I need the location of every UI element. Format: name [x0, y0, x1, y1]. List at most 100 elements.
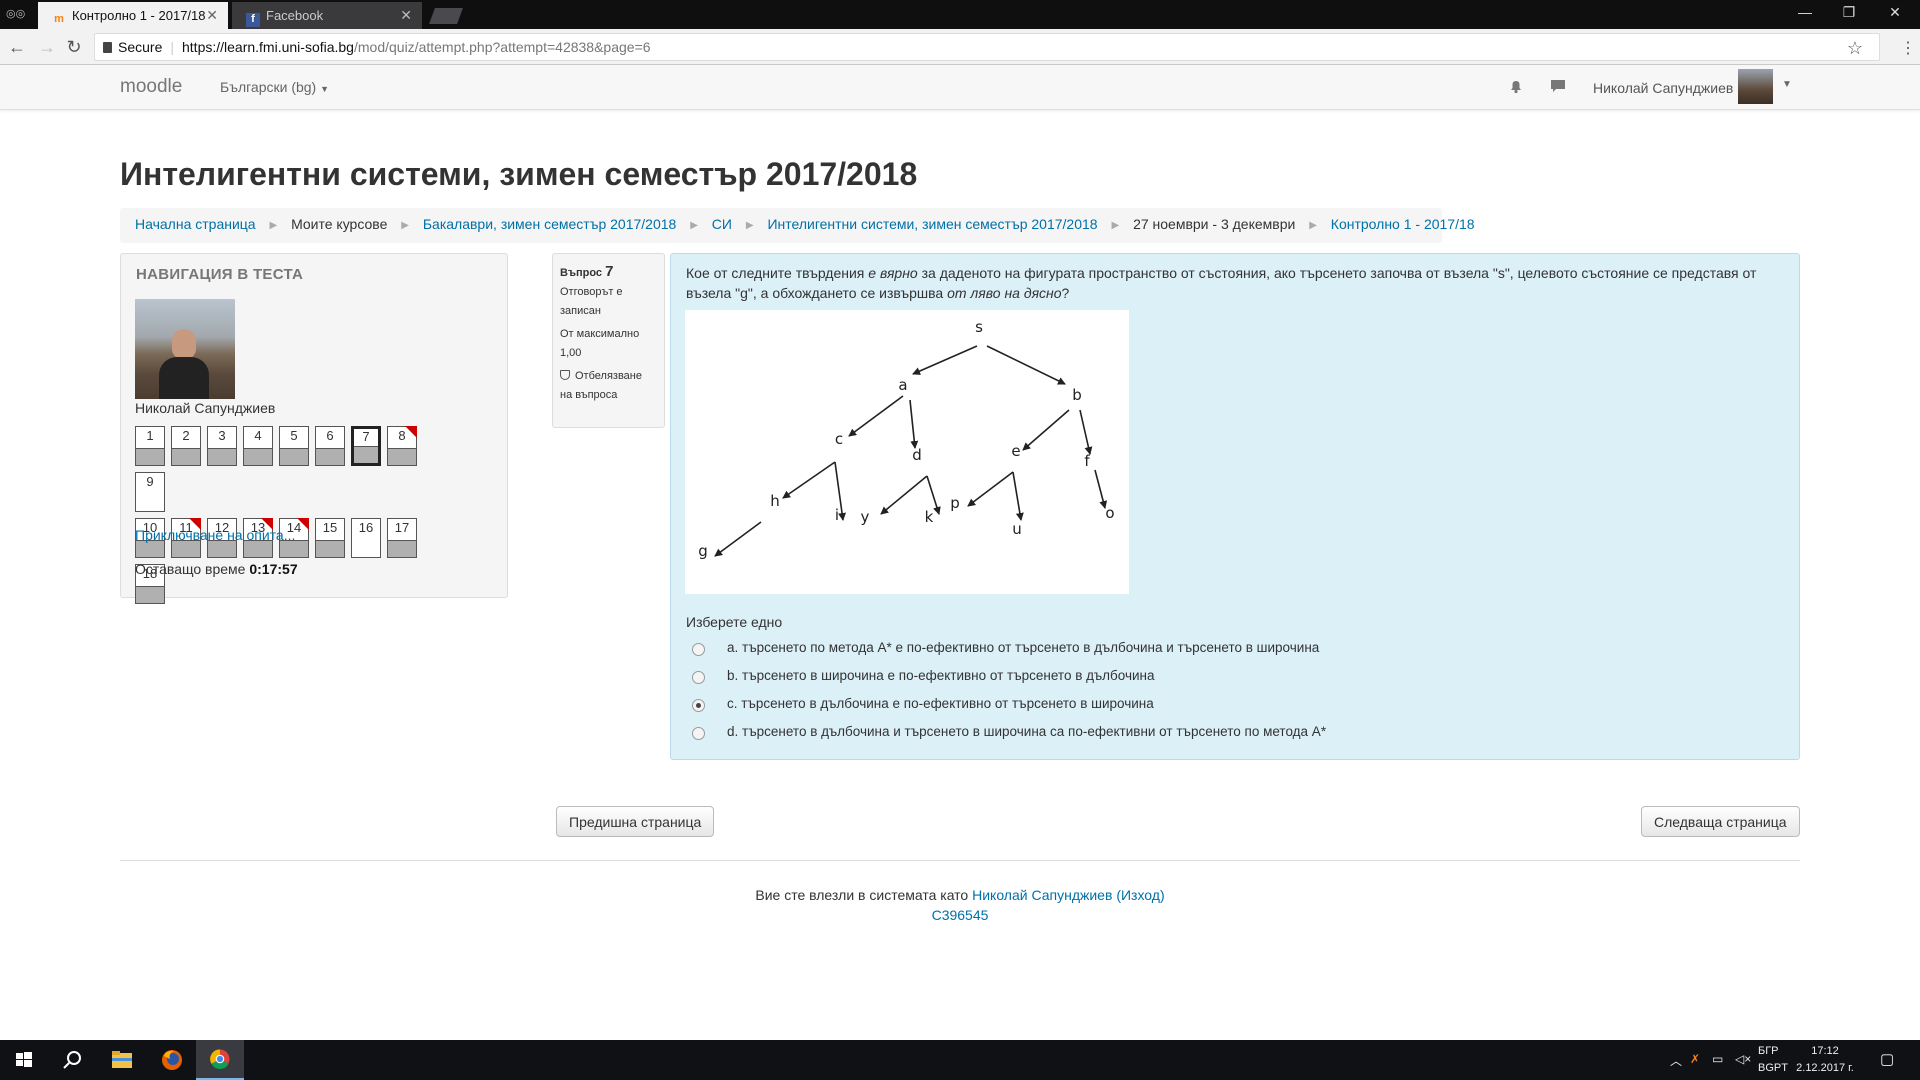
- minimize-icon[interactable]: —: [1782, 4, 1828, 20]
- answer-option-a[interactable]: a. търсенето по метода A* е по-ефективно…: [686, 639, 1326, 667]
- network-icon[interactable]: ▭: [1712, 1052, 1723, 1066]
- volume-icon[interactable]: ◁×: [1735, 1052, 1751, 1066]
- browser-tabstrip: ◎◎ m Контролно 1 - 2017/18 ✕ f Facebook ✕ …: [0, 0, 1920, 29]
- breadcrumb-quiz[interactable]: Контролно 1 - 2017/18: [1331, 216, 1475, 232]
- question-nav-button[interactable]: 7: [351, 426, 381, 466]
- tree-node-u: u: [1012, 520, 1022, 538]
- question-nav-number: 1: [146, 428, 154, 443]
- tab-quiz[interactable]: m Контролно 1 - 2017/18 ✕: [38, 2, 228, 29]
- answer-option-c[interactable]: c. търсенето в дълбочина е по-ефективно …: [686, 695, 1326, 723]
- incognito-icon[interactable]: ◎◎: [6, 7, 25, 21]
- facebook-icon: f: [246, 13, 260, 27]
- search-icon[interactable]: [48, 1040, 96, 1080]
- tray-chevron-icon[interactable]: ︿: [1670, 1052, 1682, 1069]
- breadcrumb-separator-icon: ▶: [745, 220, 754, 231]
- question-state: Отговорът е записан: [560, 286, 623, 317]
- divider: [120, 860, 1800, 861]
- breadcrumb-course[interactable]: Интелигентни системи, зимен семестър 201…: [767, 216, 1097, 232]
- next-page-button[interactable]: Следваща страница: [1641, 806, 1800, 837]
- question-nav-button[interactable]: 16: [351, 518, 381, 558]
- forward-icon[interactable]: →: [36, 37, 58, 58]
- question-nav-button[interactable]: 6: [315, 426, 345, 466]
- answer-options: a. търсенето по метода A* е по-ефективно…: [686, 639, 1326, 751]
- tree-node-a: a: [898, 376, 907, 394]
- breadcrumb-category[interactable]: Бакалаври, зимен семестър 2017/2018: [423, 216, 676, 232]
- answered-indicator: [172, 448, 200, 465]
- bookmark-star-icon[interactable]: ☆: [1847, 38, 1863, 59]
- question-nav-button[interactable]: 9: [135, 472, 165, 512]
- radio-b[interactable]: [692, 671, 705, 684]
- reload-icon[interactable]: ↻: [63, 37, 85, 58]
- bell-icon[interactable]: [1508, 78, 1524, 94]
- question-nav-number: 9: [146, 474, 154, 489]
- user-menu-name[interactable]: Николай Сапунджиев: [1593, 80, 1733, 96]
- tray-app-icon[interactable]: ✗: [1690, 1052, 1700, 1066]
- logout-link[interactable]: (Изход): [1116, 887, 1164, 903]
- message-icon[interactable]: [1550, 78, 1566, 94]
- breadcrumb-subcategory[interactable]: СИ: [712, 216, 732, 232]
- breadcrumb-home[interactable]: Начална страница: [135, 216, 256, 232]
- question-nav-number: 2: [182, 428, 190, 443]
- profile-link[interactable]: Николай Сапунджиев: [972, 887, 1112, 903]
- tree-node-p: p: [950, 494, 960, 512]
- question-nav-button[interactable]: 3: [207, 426, 237, 466]
- breadcrumb-separator-icon: ▶: [1309, 220, 1317, 231]
- notification-center-icon[interactable]: ▢: [1880, 1050, 1894, 1068]
- restore-icon[interactable]: ❐: [1826, 4, 1872, 21]
- flag-question-button[interactable]: Отбелязване на въпроса: [560, 367, 657, 405]
- avatar[interactable]: [1738, 69, 1773, 104]
- question-nav-button[interactable]: 1: [135, 426, 165, 466]
- close-window-icon[interactable]: ✕: [1872, 4, 1918, 21]
- firefox-icon[interactable]: [148, 1040, 196, 1080]
- browser-menu-icon[interactable]: ⋮: [1900, 38, 1916, 58]
- tree-node-e: e: [1011, 442, 1020, 460]
- time-remaining: Оставащо време 0:17:57: [135, 561, 298, 577]
- question-nav-button[interactable]: 4: [243, 426, 273, 466]
- answered-indicator: [388, 540, 416, 557]
- windows-start-icon[interactable]: [0, 1040, 48, 1080]
- answered-indicator: [136, 586, 164, 603]
- tree-node-g: g: [698, 542, 708, 560]
- file-explorer-icon[interactable]: [98, 1040, 146, 1080]
- timer-value: 0:17:57: [249, 561, 298, 577]
- moodle-icon: m: [54, 13, 64, 25]
- radio-a[interactable]: [692, 643, 705, 656]
- moodle-navbar: moodle Български (bg) ▼ Николай Сапунджи…: [0, 65, 1920, 110]
- question-nav-button[interactable]: 2: [171, 426, 201, 466]
- tree-node-d: d: [912, 446, 922, 464]
- close-tab-icon[interactable]: ✕: [206, 7, 218, 24]
- address-bar[interactable]: Secure | https://learn.fmi.uni-sofia.bg/mo…: [94, 33, 1880, 61]
- language-menu[interactable]: Български (bg) ▼: [220, 79, 329, 95]
- tab-facebook[interactable]: f Facebook ✕: [232, 2, 422, 29]
- finish-attempt-link[interactable]: Приключване на опита...: [135, 527, 295, 543]
- footer-code-link[interactable]: C396545: [0, 907, 1920, 923]
- question-nav-button[interactable]: 15: [315, 518, 345, 558]
- close-tab-icon[interactable]: ✕: [400, 7, 412, 24]
- question-nav-number: 6: [326, 428, 334, 443]
- breadcrumb-week: 27 ноември - 3 декември: [1133, 216, 1296, 232]
- input-language-indicator[interactable]: БГР BGPT: [1758, 1043, 1788, 1077]
- answer-option-b[interactable]: b. търсенето в широчина е по-ефективно о…: [686, 667, 1326, 695]
- question-nav-button[interactable]: 17: [387, 518, 417, 558]
- browser-toolbar: ← → ↻ Secure | https://learn.fmi.uni-sofia…: [0, 29, 1920, 65]
- question-nav-button[interactable]: 8: [387, 426, 417, 466]
- chrome-icon[interactable]: [196, 1040, 244, 1080]
- answer-option-d[interactable]: d. търсенето в дълбочина и търсенето в ш…: [686, 723, 1326, 751]
- question-nav-button[interactable]: 5: [279, 426, 309, 466]
- caret-down-icon[interactable]: ▼: [1782, 79, 1792, 90]
- previous-page-button[interactable]: Предишна страница: [556, 806, 715, 837]
- radio-c[interactable]: [692, 699, 705, 712]
- taskbar-clock[interactable]: 17:12 2.12.2017 г.: [1790, 1043, 1860, 1077]
- tree-node-b: b: [1072, 386, 1082, 404]
- question-nav-number: 3: [218, 428, 226, 443]
- site-brand[interactable]: moodle: [120, 76, 182, 98]
- tree-node-i: i: [835, 506, 839, 524]
- caret-down-icon: ▼: [320, 84, 330, 94]
- flagged-corner-icon: [405, 426, 417, 438]
- new-tab-button[interactable]: [429, 8, 463, 24]
- secure-label: Secure: [118, 39, 163, 55]
- radio-d[interactable]: [692, 727, 705, 740]
- back-icon[interactable]: ←: [6, 37, 28, 58]
- page-title: Интелигентни системи, зимен семестър 201…: [120, 156, 918, 192]
- question-grade: От максимално 1,00: [560, 328, 640, 359]
